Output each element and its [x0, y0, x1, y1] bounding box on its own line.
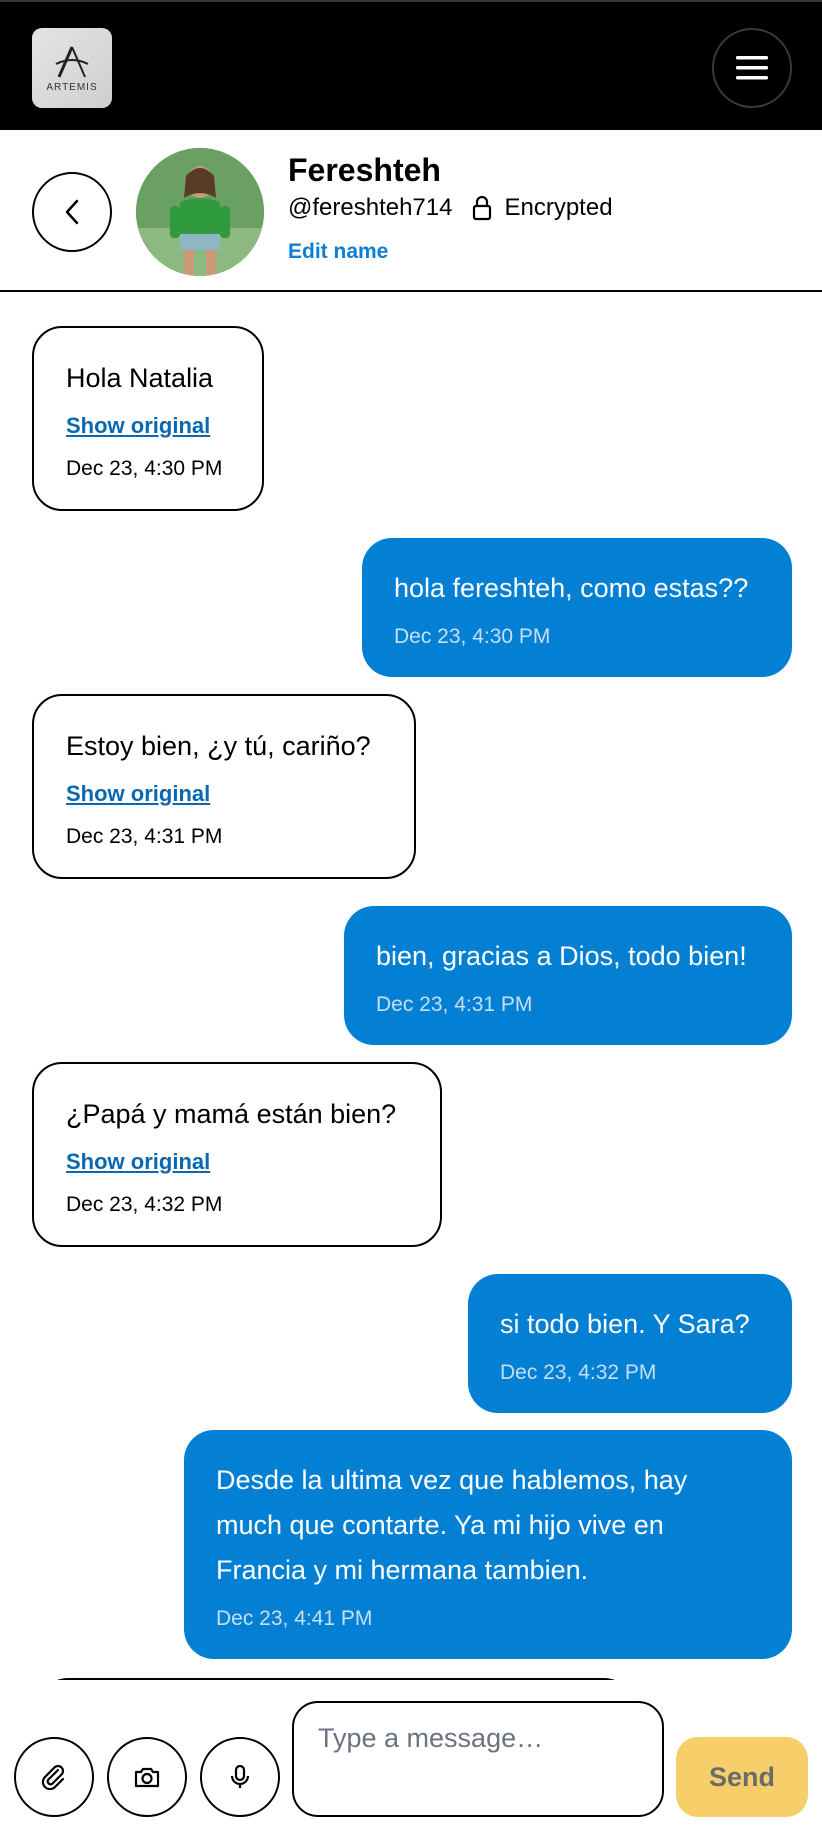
- artemis-logo-icon: [55, 45, 89, 78]
- contact-handle: @fereshteh714: [288, 194, 453, 221]
- message-timestamp: Dec 23, 4:31 PM: [376, 993, 533, 1016]
- camera-icon: [134, 1767, 160, 1788]
- message-bubble-outgoing: Desde la ultima vez que hablemos, hay mu…: [184, 1430, 792, 1659]
- message-text: si todo bien. Y Sara?: [500, 1309, 750, 1339]
- message-bubble-outgoing: si todo bien. Y Sara? Dec 23, 4:32 PM: [468, 1274, 792, 1413]
- message-text: Hola Natalia: [66, 363, 214, 393]
- message-bubble-outgoing: bien, gracias a Dios, todo bien! Dec 23,…: [344, 906, 792, 1045]
- message-text: hola fereshteh, como estas??: [394, 573, 749, 603]
- camera-button[interactable]: [107, 1737, 187, 1817]
- paperclip-icon: [41, 1764, 65, 1791]
- message-text: bien, gracias a Dios, todo bien!: [376, 941, 747, 971]
- menu-button[interactable]: [712, 28, 792, 108]
- contact-meta: @fereshteh714 Encrypted: [288, 194, 613, 222]
- top-bar: ARTEMIS: [0, 0, 822, 130]
- message-text: Estoy bien, ¿y tú, cariño?: [66, 731, 371, 761]
- lock-icon: [473, 195, 492, 221]
- show-original-link[interactable]: Show original: [66, 413, 210, 439]
- show-original-link[interactable]: Show original: [66, 781, 210, 807]
- microphone-icon: [230, 1764, 250, 1788]
- encrypted-label: Encrypted: [504, 194, 613, 221]
- edit-name-link[interactable]: Edit name: [288, 240, 388, 264]
- message-text: Desde la ultima vez que hablemos, hay mu…: [216, 1465, 688, 1585]
- hamburger-icon: [736, 56, 768, 80]
- message-bubble-outgoing: hola fereshteh, como estas?? Dec 23, 4:3…: [362, 538, 792, 677]
- show-original-link[interactable]: Show original: [66, 1149, 210, 1175]
- message-bubble-incoming: Estoy bien, ¿y tú, cariño? Show original…: [32, 694, 416, 879]
- app-logo[interactable]: ARTEMIS: [32, 28, 112, 108]
- message-timestamp: Dec 23, 4:31 PM: [66, 825, 223, 848]
- message-timestamp: Dec 23, 4:41 PM: [216, 1607, 373, 1630]
- message-bubble-incoming: ¿Papá y mamá están bien? Show original D…: [32, 1062, 442, 1247]
- message-timestamp: Dec 23, 4:32 PM: [500, 1361, 657, 1384]
- microphone-button[interactable]: [200, 1737, 280, 1817]
- message-timestamp: Dec 23, 4:32 PM: [66, 1193, 223, 1216]
- message-timestamp: Dec 23, 4:30 PM: [394, 625, 551, 648]
- contact-name: Fereshteh: [288, 152, 441, 188]
- message-bubble-incoming: Hola Natalia Show original Dec 23, 4:30 …: [32, 326, 264, 511]
- contact-header: Fereshteh @fereshteh714 Encrypted Edit n…: [0, 130, 822, 292]
- message-text: ¿Papá y mamá están bien?: [66, 1099, 397, 1129]
- avatar-image: [136, 148, 264, 276]
- send-button[interactable]: Send: [676, 1737, 808, 1817]
- logo-text: ARTEMIS: [46, 81, 98, 93]
- message-input[interactable]: [292, 1701, 664, 1817]
- attach-button[interactable]: [14, 1737, 94, 1817]
- chevron-left-icon: [65, 199, 79, 225]
- back-button[interactable]: [32, 172, 112, 252]
- message-timestamp: Dec 23, 4:30 PM: [66, 457, 223, 480]
- avatar[interactable]: [136, 148, 264, 276]
